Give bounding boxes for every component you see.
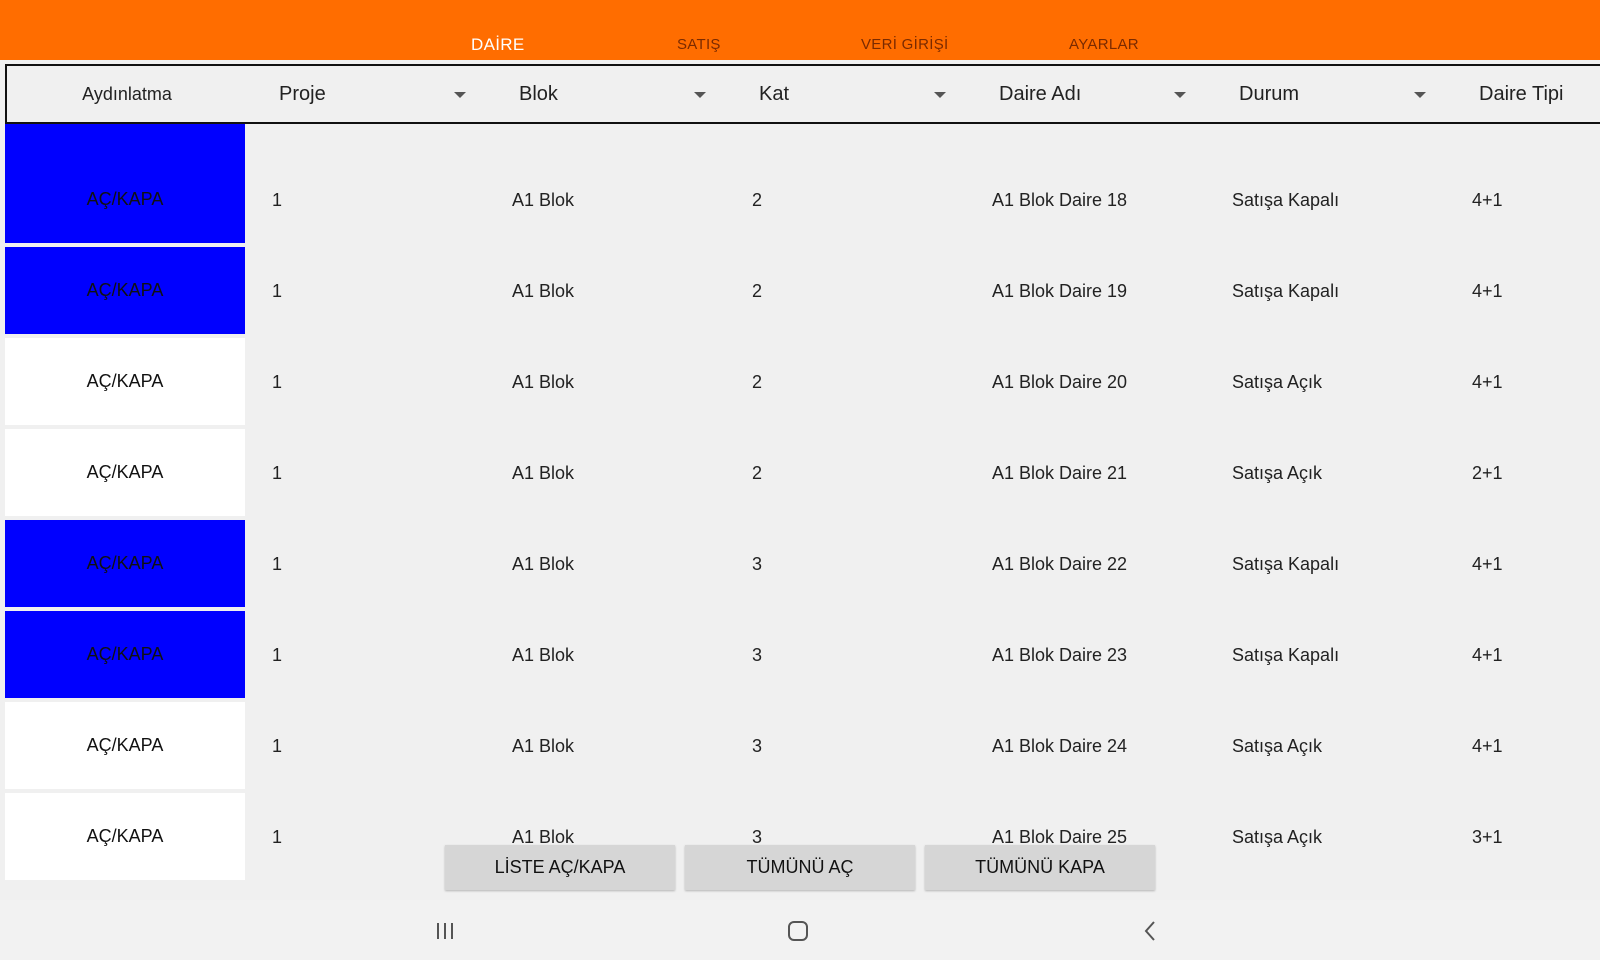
kat-filter-dropdown-icon[interactable]: [934, 92, 946, 98]
light-toggle-button[interactable]: AÇ/KAPA: [5, 429, 245, 518]
tab-veri-girisi[interactable]: VERİ GİRİŞİ: [861, 36, 949, 53]
column-header-label: Kat: [759, 82, 790, 105]
column-header-label: Daire Tipi: [1479, 82, 1564, 105]
table-row[interactable]: AÇ/KAPA 1 A1 Blok 3 A1 Blok Daire 24 Satışa A…: [5, 702, 1600, 791]
kat-cell: 2: [752, 463, 763, 483]
proje-filter-dropdown-icon[interactable]: [454, 92, 466, 98]
light-toggle-button[interactable]: AÇ/KAPA: [5, 702, 245, 791]
table-body[interactable]: AÇ/KAPA 1 A1 Blok 2 A1 Blok Daire 18 Satışa K…: [5, 124, 1600, 899]
proje-cell: 1: [272, 736, 283, 756]
proje-cell: 1: [272, 554, 283, 574]
durum-cell: Satışa Kapalı: [1232, 554, 1340, 574]
light-toggle-button[interactable]: AÇ/KAPA: [5, 611, 245, 700]
daire-adi-cell: A1 Blok Daire 21: [992, 463, 1128, 483]
all-on-button[interactable]: TÜMÜNÜ AÇ: [685, 845, 915, 890]
table-header: Aydınlatma Proje Blok Kat Daire Adı Duru…: [5, 64, 1600, 124]
column-header-durum[interactable]: Durum: [1239, 66, 1299, 122]
kat-cell: 3: [752, 736, 763, 756]
durum-cell: Satışa Açık: [1232, 736, 1323, 756]
proje-cell: 1: [272, 645, 283, 665]
column-header-kat[interactable]: Kat: [759, 66, 789, 122]
table-row[interactable]: AÇ/KAPA 1 A1 Blok 3 A1 Blok Daire 23 Satışa K…: [5, 611, 1600, 700]
back-icon[interactable]: [1138, 918, 1164, 944]
durum-cell: Satışa Açık: [1232, 827, 1323, 847]
daire-tipi-cell: 2+1: [1472, 463, 1503, 483]
daire-adi-cell: A1 Blok Daire 23: [992, 645, 1128, 665]
light-toggle-button[interactable]: AÇ/KAPA: [5, 793, 245, 882]
system-nav-bar: [0, 900, 1600, 960]
kat-cell: 2: [752, 372, 763, 392]
kat-cell: 3: [752, 645, 763, 665]
column-header-label: Proje: [279, 82, 326, 105]
column-header-label: Blok: [519, 82, 558, 105]
tab-ayarlar[interactable]: AYARLAR: [1069, 36, 1139, 53]
blok-cell: A1 Blok: [512, 372, 575, 392]
durum-cell: Satışa Kapalı: [1232, 281, 1340, 301]
daire-tipi-cell: 4+1: [1472, 645, 1503, 665]
blok-filter-dropdown-icon[interactable]: [694, 92, 706, 98]
proje-cell: 1: [272, 190, 283, 210]
top-nav-bar: DAİRE SATIŞ VERİ GİRİŞİ AYARLAR: [0, 0, 1600, 60]
tab-daire[interactable]: DAİRE: [471, 35, 524, 55]
daire-adi-cell: A1 Blok Daire 22: [992, 554, 1128, 574]
daire-adi-filter-dropdown-icon[interactable]: [1174, 92, 1186, 98]
table-row[interactable]: AÇ/KAPA 1 A1 Blok 2 A1 Blok Daire 18 Satışa K…: [5, 156, 1600, 245]
daire-tipi-cell: 4+1: [1472, 281, 1503, 301]
daire-tipi-cell: 4+1: [1472, 554, 1503, 574]
daire-adi-cell: A1 Blok Daire 20: [992, 372, 1128, 392]
light-toggle-button[interactable]: AÇ/KAPA: [5, 247, 245, 336]
proje-cell: 1: [272, 281, 283, 301]
durum-cell: Satışa Açık: [1232, 463, 1323, 483]
table-row[interactable]: AÇ/KAPA 1 A1 Blok 3 A1 Blok Daire 22 Satışa K…: [5, 520, 1600, 609]
blok-cell: A1 Blok: [512, 463, 575, 483]
table-row[interactable]: AÇ/KAPA 1 A1 Blok 2 A1 Blok Daire 19 Satışa K…: [5, 247, 1600, 336]
column-header-label: Aydınlatma: [82, 83, 172, 104]
proje-cell: 1: [272, 827, 283, 847]
daire-adi-cell: A1 Blok Daire 19: [992, 281, 1128, 301]
table-row[interactable]: AÇ/KAPA 1 A1 Blok 2 A1 Blok Daire 21 Satışa A…: [5, 429, 1600, 518]
proje-cell: 1: [272, 372, 283, 392]
durum-cell: Satışa Açık: [1232, 372, 1323, 392]
blok-cell: A1 Blok: [512, 736, 575, 756]
blok-cell: A1 Blok: [512, 190, 575, 210]
partial-row-toggle[interactable]: [5, 124, 245, 156]
proje-cell: 1: [272, 463, 283, 483]
durum-cell: Satışa Kapalı: [1232, 190, 1340, 210]
home-icon[interactable]: [785, 918, 811, 944]
column-header-label: Durum: [1239, 82, 1300, 105]
recents-icon[interactable]: [432, 918, 458, 944]
durum-filter-dropdown-icon[interactable]: [1414, 92, 1426, 98]
blok-cell: A1 Blok: [512, 554, 575, 574]
daire-adi-cell: A1 Blok Daire 24: [992, 736, 1128, 756]
column-header-aydinlatma: Aydınlatma: [7, 66, 247, 122]
durum-cell: Satışa Kapalı: [1232, 645, 1340, 665]
column-header-proje[interactable]: Proje: [279, 66, 326, 122]
daire-tipi-cell: 4+1: [1472, 190, 1503, 210]
light-toggle-button[interactable]: AÇ/KAPA: [5, 156, 245, 245]
blok-cell: A1 Blok: [512, 645, 575, 665]
kat-cell: 2: [752, 281, 763, 301]
table-row[interactable]: AÇ/KAPA 1 A1 Blok 2 A1 Blok Daire 20 Satışa A…: [5, 338, 1600, 427]
column-header-daire-adi[interactable]: Daire Adı: [999, 66, 1081, 122]
daire-tipi-cell: 4+1: [1472, 736, 1503, 756]
daire-tipi-cell: 3+1: [1472, 827, 1503, 847]
light-toggle-button[interactable]: AÇ/KAPA: [5, 520, 245, 609]
column-header-blok[interactable]: Blok: [519, 66, 558, 122]
kat-cell: 2: [752, 190, 763, 210]
kat-cell: 3: [752, 554, 763, 574]
daire-tipi-cell: 4+1: [1472, 372, 1503, 392]
column-header-daire-tipi[interactable]: Daire Tipi: [1479, 66, 1563, 122]
column-header-label: Daire Adı: [999, 82, 1082, 105]
blok-cell: A1 Blok: [512, 281, 575, 301]
list-toggle-button[interactable]: LİSTE AÇ/KAPA: [445, 845, 675, 890]
daire-adi-cell: A1 Blok Daire 18: [992, 190, 1128, 210]
app-root: DAİRE SATIŞ VERİ GİRİŞİ AYARLAR Aydınlat…: [0, 0, 1600, 960]
tab-satis[interactable]: SATIŞ: [677, 36, 721, 53]
light-toggle-button[interactable]: AÇ/KAPA: [5, 338, 245, 427]
all-off-button[interactable]: TÜMÜNÜ KAPA: [925, 845, 1155, 890]
